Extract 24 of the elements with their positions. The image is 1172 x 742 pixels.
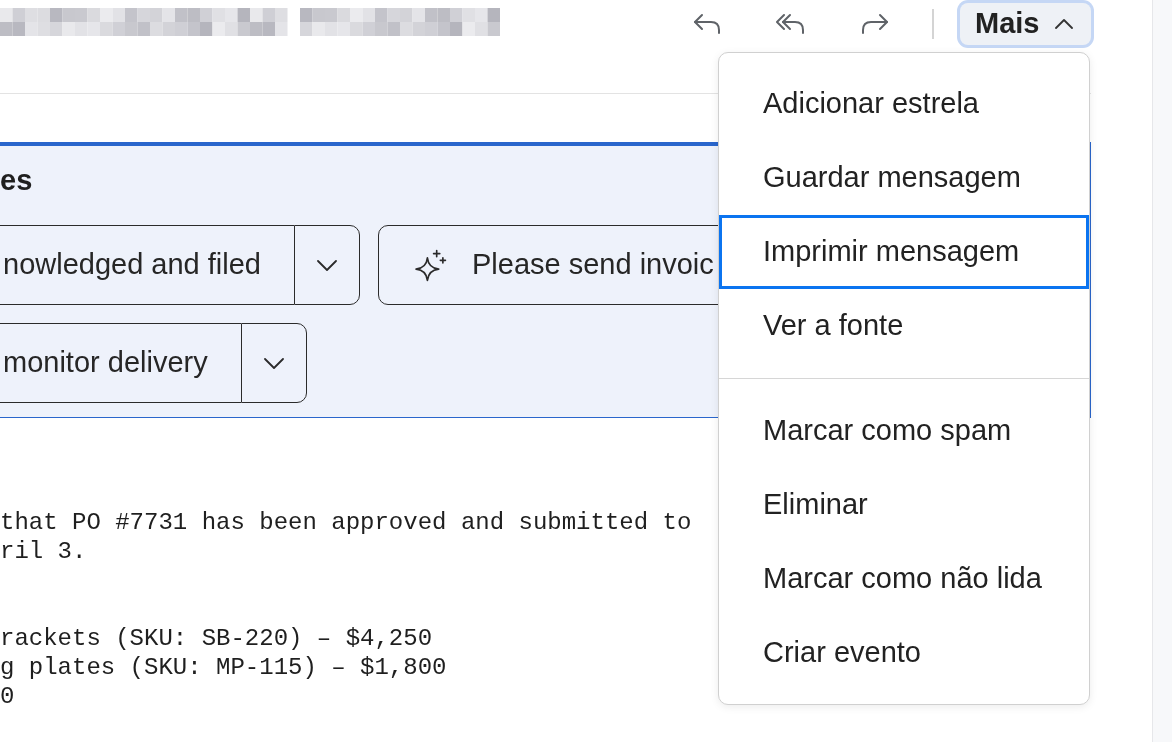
reply-icon[interactable] [692,13,722,35]
menu-item[interactable]: Adicionar estrela [719,67,1089,141]
menu-item[interactable]: Criar evento [719,616,1089,690]
chevron-down-icon [263,357,284,369]
message-text: g plates (SKU: MP-115) – $1,800 [0,653,447,682]
dropdown-button[interactable] [294,225,360,305]
menu-item[interactable]: Marcar como spam [719,394,1089,468]
panel-title: es [0,166,33,195]
reply-suggestion-button[interactable]: monitor delivery [0,323,241,403]
menu-item[interactable]: Imprimir mensagem [719,215,1089,289]
sparkle-icon [414,248,447,282]
dropdown-button[interactable] [240,323,307,403]
forward-icon[interactable] [860,13,890,35]
menu-item[interactable]: Marcar como não lida [719,542,1089,616]
message-text: that PO #7731 has been approved and submitted to [0,508,692,537]
message-text: ril 3. [0,537,87,566]
message-text: rackets (SKU: SB-220) – $4,250 [0,624,433,653]
menu-item[interactable]: Guardar mensagem [719,141,1089,215]
reply-all-icon[interactable] [776,13,806,35]
menu-item[interactable]: Eliminar [719,468,1089,542]
message-text: 0 [0,682,15,711]
more-button[interactable]: Mais [960,3,1091,45]
reply-suggestion-button[interactable]: nowledged and filed [0,225,294,305]
chevron-down-icon [317,259,337,271]
